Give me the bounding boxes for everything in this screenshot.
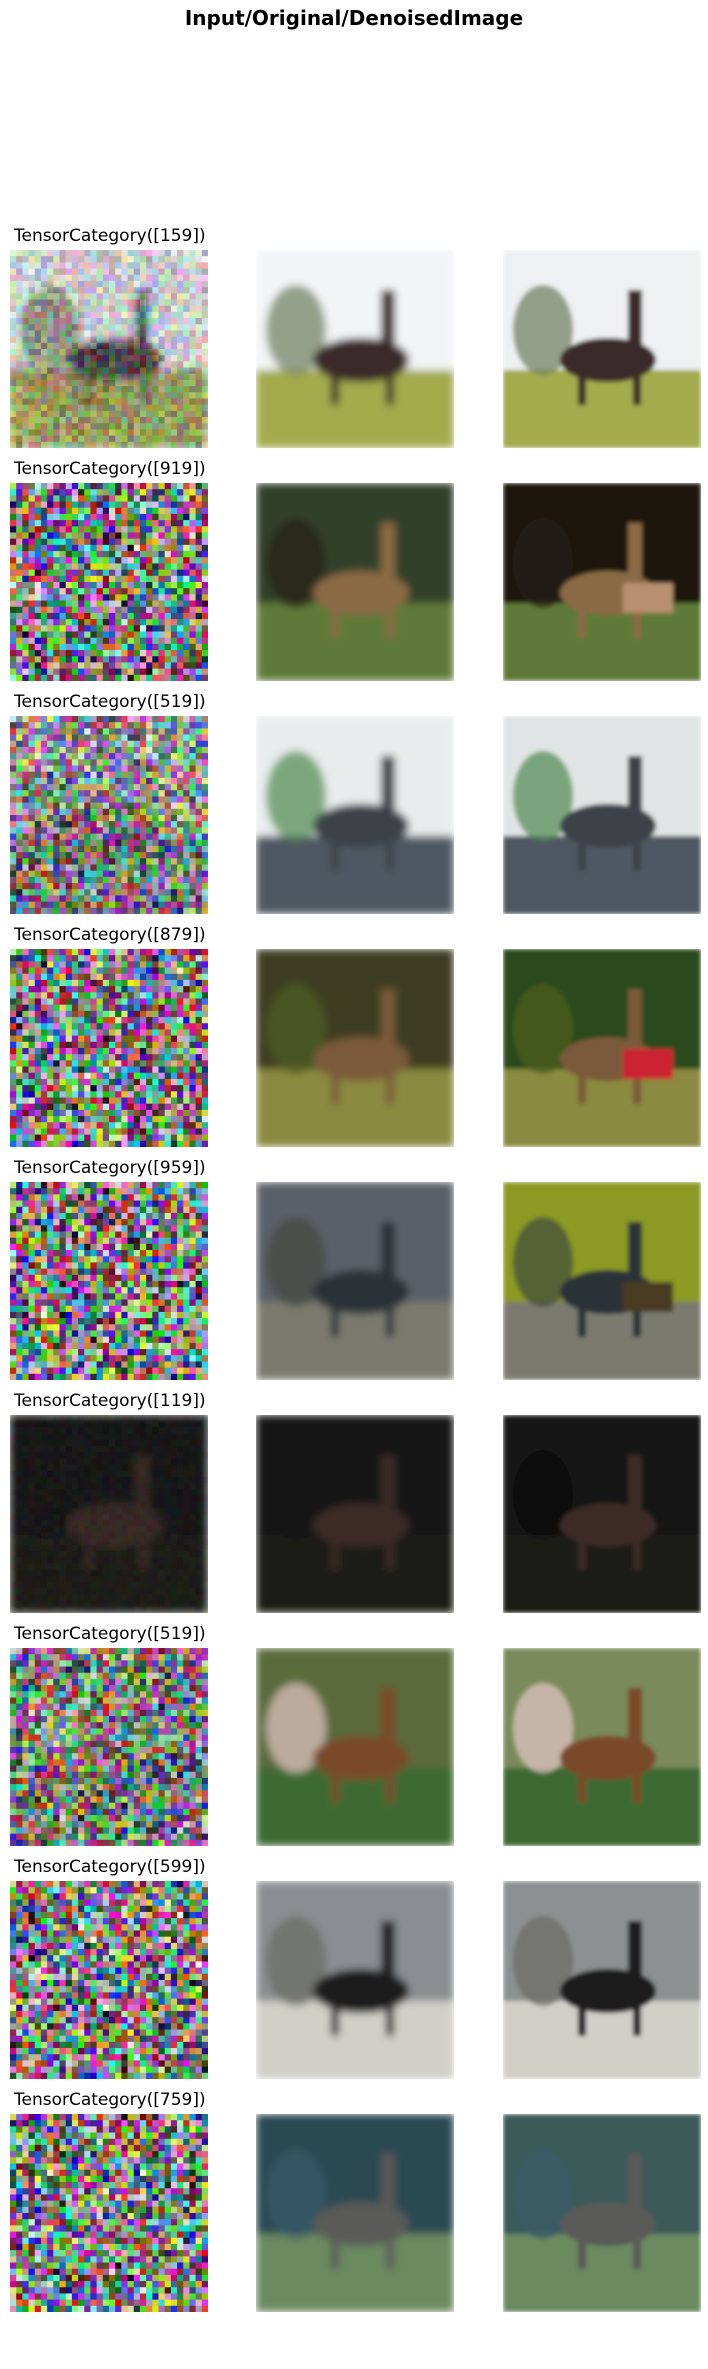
sample-row: TensorCategory([159]) bbox=[0, 225, 708, 461]
category-label: TensorCategory([919]) bbox=[14, 459, 206, 479]
category-label: TensorCategory([599]) bbox=[14, 1857, 206, 1877]
input-image-pixels bbox=[10, 483, 208, 681]
category-label: TensorCategory([159]) bbox=[14, 226, 206, 246]
figure-title: Input/Original/DenoisedImage bbox=[184, 6, 524, 30]
input-image bbox=[10, 250, 208, 448]
sample-row: TensorCategory([759]) bbox=[0, 2089, 708, 2325]
category-label: TensorCategory([759]) bbox=[14, 2090, 206, 2110]
original-image bbox=[256, 2114, 454, 2312]
input-image-pixels bbox=[10, 250, 208, 448]
denoised-image-pixels bbox=[503, 1881, 701, 2079]
original-image-pixels bbox=[256, 1182, 454, 1380]
input-image-pixels bbox=[10, 716, 208, 914]
sample-row: TensorCategory([959]) bbox=[0, 1157, 708, 1393]
denoised-image-pixels bbox=[503, 250, 701, 448]
denoised-image-pixels bbox=[503, 1648, 701, 1846]
denoised-image-pixels bbox=[503, 1415, 701, 1613]
denoised-image bbox=[503, 716, 701, 914]
denoised-image bbox=[503, 949, 701, 1147]
input-image-pixels bbox=[10, 2114, 208, 2312]
original-image-pixels bbox=[256, 1648, 454, 1846]
original-image bbox=[256, 1415, 454, 1613]
input-image-pixels bbox=[10, 1415, 208, 1613]
input-image bbox=[10, 1881, 208, 2079]
input-image-pixels bbox=[10, 1182, 208, 1380]
original-image bbox=[256, 483, 454, 681]
original-image-pixels bbox=[256, 716, 454, 914]
input-image-pixels bbox=[10, 949, 208, 1147]
original-image-pixels bbox=[256, 949, 454, 1147]
input-image bbox=[10, 1182, 208, 1380]
sample-row: TensorCategory([919]) bbox=[0, 458, 708, 694]
original-image bbox=[256, 1881, 454, 2079]
denoised-image-pixels bbox=[503, 1182, 701, 1380]
input-image bbox=[10, 2114, 208, 2312]
category-label: TensorCategory([959]) bbox=[14, 1158, 206, 1178]
input-image bbox=[10, 1415, 208, 1613]
sample-row: TensorCategory([119]) bbox=[0, 1390, 708, 1626]
original-image-pixels bbox=[256, 1881, 454, 2079]
input-image bbox=[10, 1648, 208, 1846]
input-image bbox=[10, 716, 208, 914]
input-image-pixels bbox=[10, 1648, 208, 1846]
input-image bbox=[10, 483, 208, 681]
denoised-image-pixels bbox=[503, 2114, 701, 2312]
sample-row: TensorCategory([879]) bbox=[0, 924, 708, 1160]
denoised-image bbox=[503, 1648, 701, 1846]
denoised-image bbox=[503, 1881, 701, 2079]
category-label: TensorCategory([519]) bbox=[14, 692, 206, 712]
input-image-pixels bbox=[10, 1881, 208, 2079]
category-label: TensorCategory([519]) bbox=[14, 1624, 206, 1644]
sample-row: TensorCategory([599]) bbox=[0, 1856, 708, 2092]
denoised-image-pixels bbox=[503, 483, 701, 681]
category-label: TensorCategory([119]) bbox=[14, 1391, 206, 1411]
original-image-pixels bbox=[256, 1415, 454, 1613]
original-image-pixels bbox=[256, 2114, 454, 2312]
denoised-image-pixels bbox=[503, 949, 701, 1147]
original-image bbox=[256, 1182, 454, 1380]
category-label: TensorCategory([879]) bbox=[14, 925, 206, 945]
denoised-image bbox=[503, 1415, 701, 1613]
original-image-pixels bbox=[256, 250, 454, 448]
denoised-image bbox=[503, 250, 701, 448]
original-image-pixels bbox=[256, 483, 454, 681]
sample-row: TensorCategory([519]) bbox=[0, 691, 708, 927]
denoised-image bbox=[503, 483, 701, 681]
denoised-image-pixels bbox=[503, 716, 701, 914]
denoised-image bbox=[503, 1182, 701, 1380]
original-image bbox=[256, 716, 454, 914]
original-image bbox=[256, 949, 454, 1147]
input-image bbox=[10, 949, 208, 1147]
original-image bbox=[256, 1648, 454, 1846]
denoised-image bbox=[503, 2114, 701, 2312]
original-image bbox=[256, 250, 454, 448]
sample-row: TensorCategory([519]) bbox=[0, 1623, 708, 1859]
